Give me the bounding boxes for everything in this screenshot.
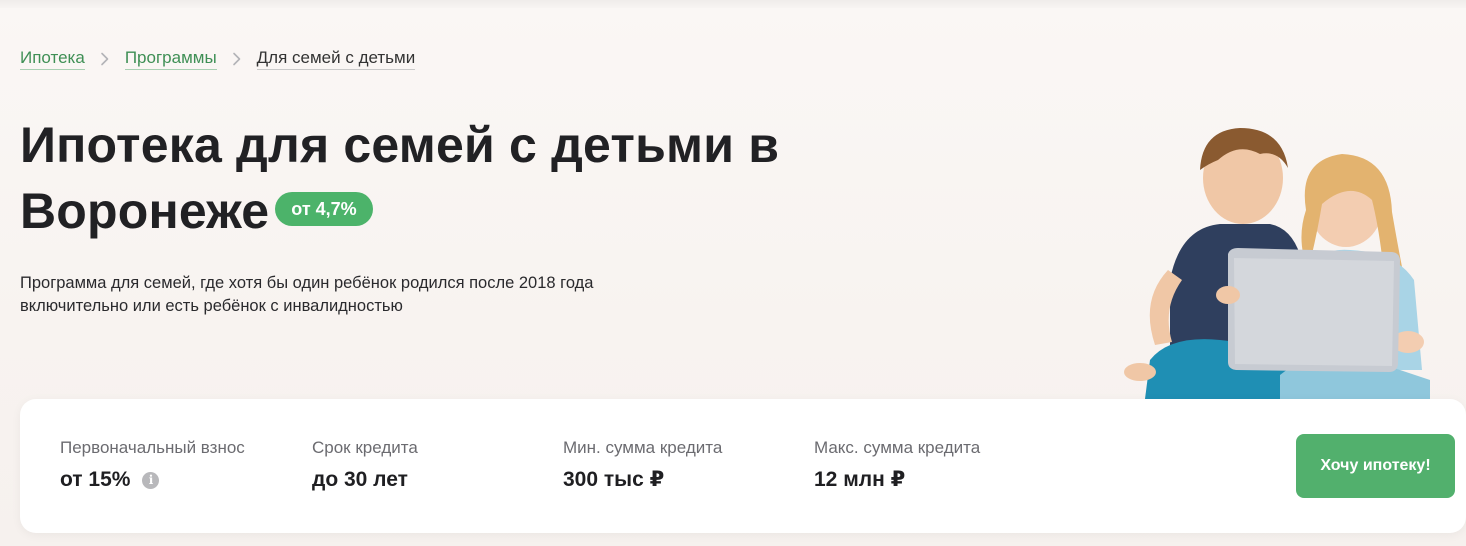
program-description-line-2: включительно или есть ребёнок с инвалидн… (20, 297, 403, 315)
param-value: до 30 лет (312, 468, 408, 491)
program-description-line-1: Программа для семей, где хотя бы один ре… (20, 274, 594, 292)
param-loan-term: Срок кредита до 30 лет (312, 437, 418, 493)
page: Ипотека Программы Для семей с детьми Ипо… (0, 0, 1466, 546)
breadcrumb-link-mortgage[interactable]: Ипотека (20, 48, 85, 70)
param-label: Мин. сумма кредита (563, 438, 723, 457)
loan-parameters-card: Первоначальный взнос от 15% i Срок креди… (20, 399, 1466, 533)
page-title: Ипотека для семей с детьми в Воронеже от … (20, 112, 820, 244)
info-icon[interactable]: i (142, 471, 160, 489)
param-down-payment: Первоначальный взнос от 15% i (60, 437, 245, 493)
param-value-row: от 15% i (60, 467, 245, 493)
param-label: Первоначальный взнос (60, 438, 245, 457)
header-shadow (0, 0, 1466, 8)
param-label: Макс. сумма кредита (814, 438, 981, 457)
chevron-right-icon (217, 52, 257, 66)
param-min-amount: Мин. сумма кредита 300 тыс ₽ (563, 437, 722, 493)
want-mortgage-button[interactable]: Хочу ипотеку! (1296, 434, 1455, 498)
param-value: 12 млн ₽ (814, 468, 906, 491)
chevron-right-icon (85, 52, 125, 66)
page-title-text: Ипотека для семей с детьми в Воронеже (20, 117, 780, 239)
breadcrumb-link-programs[interactable]: Программы (124, 48, 217, 70)
rate-badge: от 4,7% (275, 191, 373, 226)
children-with-laptop-image (1110, 120, 1450, 405)
param-max-amount: Макс. сумма кредита 12 млн ₽ (814, 437, 980, 493)
breadcrumb-current: Для семей с детьми (256, 48, 416, 70)
breadcrumb: Ипотека Программы Для семей с детьми (20, 48, 416, 70)
param-value: 300 тыс ₽ (563, 468, 665, 491)
program-description: Программа для семей, где хотя бы один ре… (20, 272, 680, 318)
param-label: Срок кредита (312, 438, 418, 457)
param-value: от 15% (60, 468, 131, 491)
